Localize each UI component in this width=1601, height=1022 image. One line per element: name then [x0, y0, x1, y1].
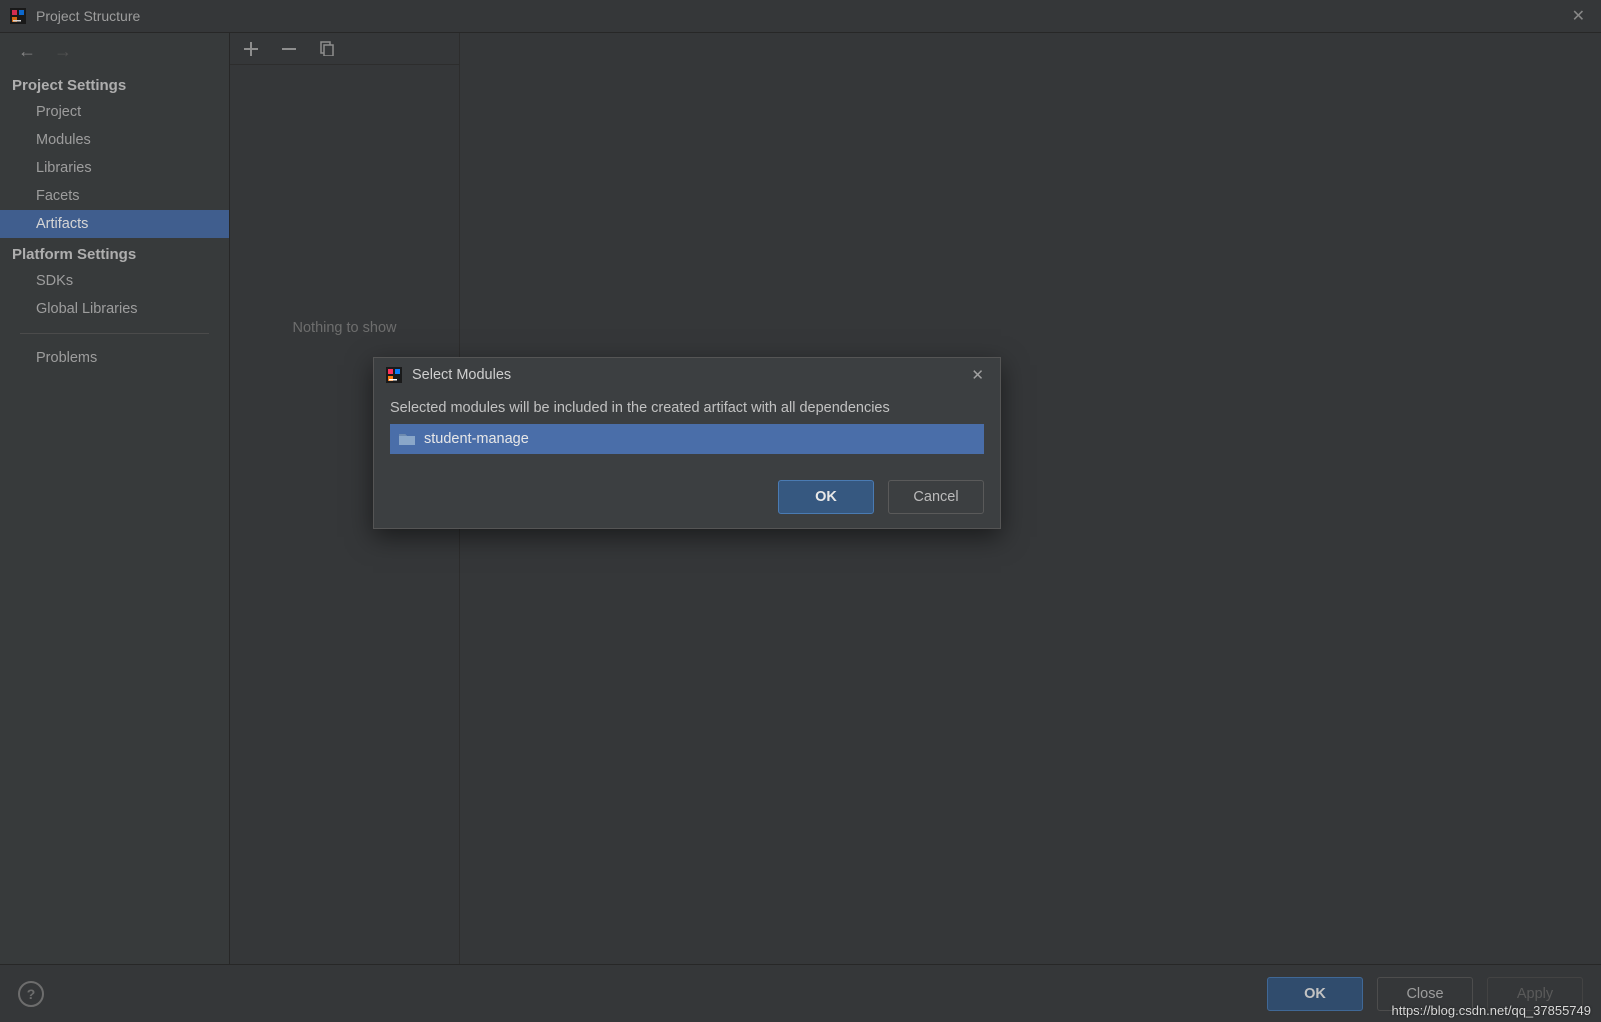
modal-ok-button[interactable]: OK — [778, 480, 874, 514]
intellij-icon — [386, 367, 402, 383]
modal-cancel-button[interactable]: Cancel — [888, 480, 984, 514]
module-folder-icon — [398, 432, 416, 446]
watermark: https://blog.csdn.net/qq_37855749 — [1392, 1003, 1592, 1018]
select-modules-dialog: Select Modules ✕ Selected modules will b… — [373, 357, 1001, 529]
project-structure-window: Project Structure ✕ ← → Project Settings… — [0, 0, 1601, 1022]
modal-titlebar: Select Modules ✕ — [374, 358, 1000, 392]
modal-buttons: OK Cancel — [374, 468, 1000, 528]
modal-title: Select Modules — [412, 367, 511, 383]
module-item-label: student-manage — [424, 431, 529, 447]
module-list: student-manage — [390, 424, 984, 454]
modal-close-icon[interactable]: ✕ — [967, 366, 988, 384]
modal-body: Selected modules will be included in the… — [374, 392, 1000, 468]
module-item-student-manage[interactable]: student-manage — [390, 424, 984, 454]
modal-message: Selected modules will be included in the… — [390, 400, 984, 416]
modal-overlay: Select Modules ✕ Selected modules will b… — [0, 0, 1601, 1022]
